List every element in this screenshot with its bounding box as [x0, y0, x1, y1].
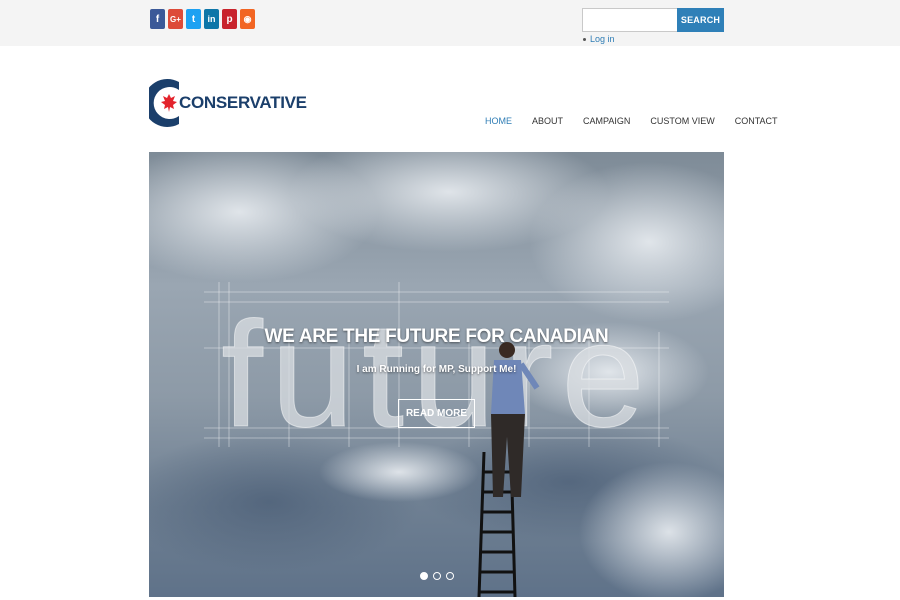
login-link[interactable]: Log in [590, 34, 615, 44]
slider-dot-1[interactable] [420, 572, 428, 580]
search-button[interactable]: SEARCH [677, 8, 724, 32]
nav-item-home[interactable]: HOME [485, 116, 512, 126]
google-plus-icon[interactable]: G+ [168, 9, 183, 29]
pinterest-icon[interactable]: p [222, 9, 237, 29]
read-more-button[interactable]: READ MORE [398, 399, 475, 428]
top-bar: f G+ t in p ◉ SEARCH Log in [0, 0, 900, 46]
main-nav: HOME ABOUT CAMPAIGN CUSTOM VIEW CONTACT [485, 116, 778, 126]
bullet-icon [583, 37, 586, 41]
search-input[interactable] [582, 8, 677, 32]
hero-subtitle: I am Running for MP, Support Me! [356, 364, 517, 375]
slider-dot-2[interactable] [433, 572, 441, 580]
nav-item-campaign[interactable]: CAMPAIGN [583, 116, 630, 126]
maple-leaf-icon [161, 94, 177, 112]
nav-item-about[interactable]: ABOUT [532, 116, 563, 126]
hero-slider: future WE ARE THE FUTURE FOR CANADIAN I … [149, 152, 724, 597]
hero-title: WE ARE THE FUTURE FOR CANADIAN [264, 326, 609, 347]
nav-item-contact[interactable]: CONTACT [735, 116, 778, 126]
site-logo[interactable]: CONSERVATIVE [143, 76, 307, 130]
slider-dots [420, 572, 454, 580]
social-links: f G+ t in p ◉ [150, 9, 255, 29]
login-item: Log in [583, 34, 615, 44]
twitter-icon[interactable]: t [186, 9, 201, 29]
linkedin-icon[interactable]: in [204, 9, 219, 29]
logo-text: CONSERVATIVE [179, 93, 307, 112]
search-form: SEARCH [582, 8, 724, 32]
slider-dot-3[interactable] [446, 572, 454, 580]
facebook-icon[interactable]: f [150, 9, 165, 29]
nav-item-custom-view[interactable]: CUSTOM VIEW [650, 116, 714, 126]
rss-icon[interactable]: ◉ [240, 9, 255, 29]
